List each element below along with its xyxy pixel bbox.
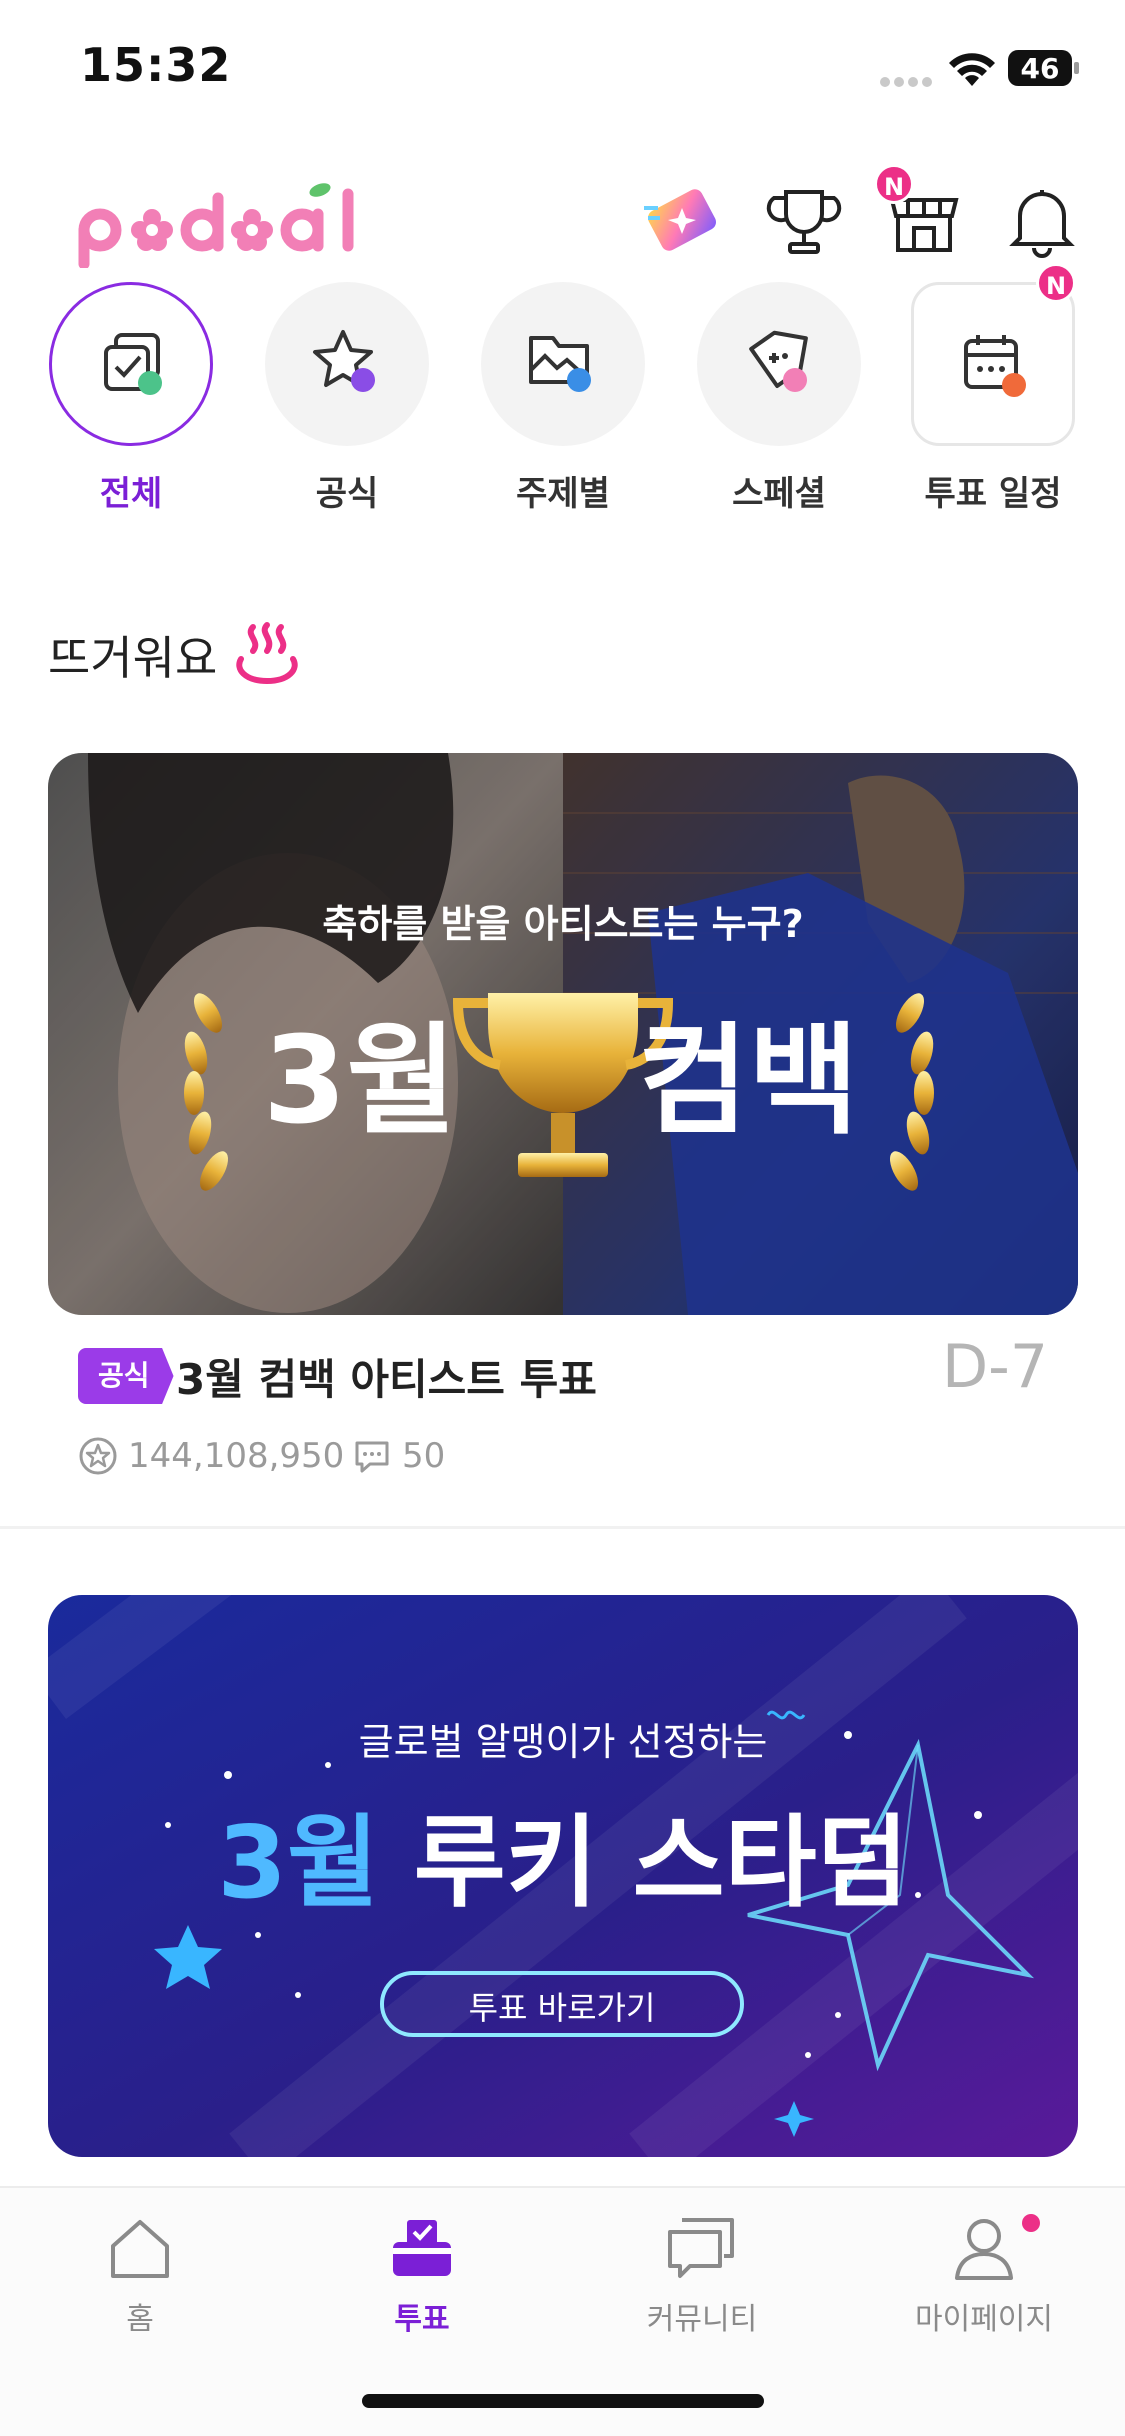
official-tag: 공식 [78, 1348, 174, 1404]
tab-label: 투표 [394, 2302, 450, 2337]
category-schedule-box: N [911, 263, 1076, 446]
bell-icon[interactable] [1000, 178, 1084, 262]
home-icon [111, 2220, 169, 2278]
section-divider [0, 1526, 1125, 1529]
vote-info: 공식 3월 컴백 아티스트 투표 D-7 144,108,950 50 [78, 1332, 1048, 1482]
ticket-icon[interactable] [640, 178, 724, 262]
category-topic-circle [481, 282, 645, 446]
status-time: 15:32 [80, 38, 232, 92]
banner2-title-row: 3월 루키 스타덤 [48, 1781, 1078, 1926]
shop-button[interactable]: N [874, 164, 966, 262]
category-all-circle [49, 282, 213, 446]
tab-home[interactable]: 홈 [40, 2214, 240, 2338]
vote-count-stat: 144,108,950 [78, 1436, 344, 1476]
banner-subtitle: 축하를 받을 아티스트는 누구? [322, 902, 804, 946]
banner2-subtitle: 글로벌 알맹이가 선정하는 [358, 1720, 768, 1764]
home-indicator[interactable] [362, 2394, 764, 2408]
category-special[interactable]: 스페셜 [694, 282, 864, 515]
battery-icon: 46 [1008, 50, 1079, 86]
chat-icon [668, 2218, 734, 2278]
battery-level: 46 [1020, 52, 1060, 85]
go-vote-button[interactable]: 투표 바로가기 [382, 1983, 742, 2029]
banner-comeback: 컴백 [638, 1012, 859, 1151]
category-special-circle [697, 282, 861, 446]
rookie-stardom-banner[interactable]: 글로벌 알맹이가 선정하는 3월 루키 스타덤 투표 바로가기 [48, 1595, 1078, 2157]
schedule-new-badge: N [1036, 263, 1076, 303]
comment-icon [355, 1441, 389, 1473]
cellular-signal-icon [880, 72, 936, 87]
banner2-month: 3월 [217, 1804, 379, 1921]
hot-spring-icon [236, 622, 298, 685]
tab-label: 마이페이지 [915, 2302, 1053, 2337]
category-label: 공식 [315, 474, 379, 514]
hot-section-title: 뜨거워요 [48, 631, 218, 685]
mypage-notification-dot [1022, 2214, 1040, 2232]
banner2-title: 루키 스타덤 [413, 1804, 909, 1921]
category-label: 투표 일정 [924, 474, 1062, 514]
category-schedule[interactable]: N 투표 일정 [908, 263, 1078, 515]
d-day-label: D-7 [941, 1332, 1048, 1402]
status-bar: 15:32 46 [0, 0, 1125, 140]
folder-icon [529, 336, 591, 392]
vote-title[interactable]: 3월 컴백 아티스트 투표 [176, 1346, 597, 1407]
category-list: 전체 공식 주제별 스페셜 N 투표 일정 [0, 263, 1125, 522]
comment-count: 50 [402, 1436, 446, 1476]
tab-label: 홈 [126, 2302, 154, 2337]
user-icon [955, 2219, 1013, 2280]
shop-new-badge: N [874, 164, 914, 204]
category-official[interactable]: 공식 [262, 282, 432, 515]
app-header: N [0, 160, 1125, 280]
ballot-box-icon [393, 2220, 451, 2276]
vote-count: 144,108,950 [128, 1436, 345, 1476]
category-topic[interactable]: 주제별 [478, 282, 648, 515]
calendar-icon [964, 335, 1026, 397]
comeback-vote-banner[interactable]: 축하를 받을 아티스트는 누구? 3월 컴백 [48, 753, 1078, 1315]
wifi-icon [949, 53, 995, 86]
star-icon [313, 330, 375, 392]
podoal-logo[interactable] [76, 178, 366, 268]
game-tag-icon [749, 330, 808, 392]
category-label: 주제별 [516, 474, 610, 514]
tab-community[interactable]: 커뮤니티 [602, 2214, 802, 2338]
category-label: 스페셜 [732, 474, 826, 514]
tab-label: 커뮤니티 [646, 2302, 758, 2337]
category-official-circle [265, 282, 429, 446]
tab-vote[interactable]: 투표 [322, 2214, 522, 2338]
comment-count-stat: 50 [352, 1436, 445, 1476]
comeback-banner-art [48, 753, 1078, 1315]
category-all[interactable]: 전체 [46, 282, 216, 515]
trophy-icon[interactable] [762, 178, 846, 262]
check-copy-icon [104, 333, 162, 395]
banner-month: 3월 [263, 1012, 457, 1151]
section-title: 뜨거워요 [48, 620, 303, 690]
tab-mypage[interactable]: 마이페이지 [884, 2214, 1084, 2338]
vote-star-icon [79, 1437, 117, 1475]
category-label: 전체 [99, 474, 163, 514]
